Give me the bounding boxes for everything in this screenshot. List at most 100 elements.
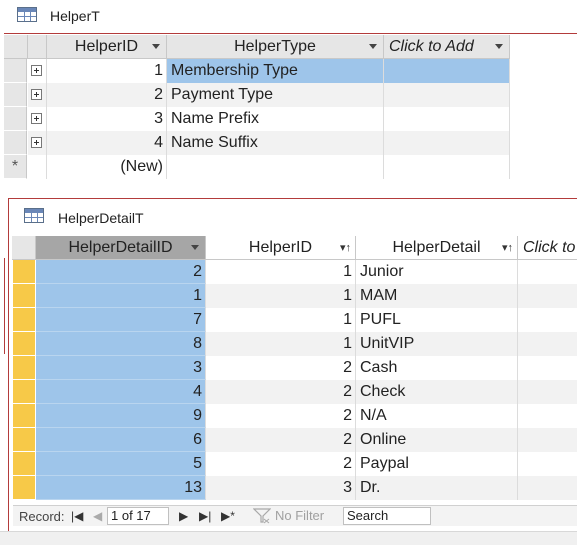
- expand-plus-icon[interactable]: [31, 137, 42, 148]
- previous-record-button[interactable]: ◀: [93, 509, 102, 523]
- sort-ascending-icon[interactable]: ▾↑: [340, 241, 351, 254]
- first-record-button[interactable]: |◀: [71, 509, 83, 523]
- row-selector[interactable]: [4, 131, 27, 155]
- chevron-down-icon[interactable]: [369, 44, 377, 49]
- helperid-cell[interactable]: 1: [206, 308, 356, 332]
- helperdetailid-cell[interactable]: 7: [36, 308, 206, 332]
- helperdetail-cell[interactable]: UnitVIP: [356, 332, 518, 356]
- click-to-add-cell[interactable]: [384, 155, 510, 179]
- row-selector[interactable]: [4, 59, 27, 83]
- helperid-cell[interactable]: 1: [47, 59, 167, 83]
- helperdetail-cell[interactable]: Check: [356, 380, 518, 404]
- no-filter-label[interactable]: No Filter: [275, 508, 324, 523]
- helperdetailid-cell[interactable]: 8: [36, 332, 206, 356]
- new-record-selector[interactable]: *: [4, 155, 27, 179]
- click-to-add-cell[interactable]: [518, 284, 577, 308]
- click-to-add-cell[interactable]: [384, 131, 510, 155]
- helpertype-cell[interactable]: Name Suffix: [167, 131, 384, 155]
- column-header-helperid[interactable]: HelperID: [47, 35, 167, 59]
- row-selector[interactable]: [13, 428, 35, 452]
- helperdetailid-cell[interactable]: 3: [36, 356, 206, 380]
- column-header-helpertype[interactable]: HelperType: [167, 35, 384, 59]
- helperdetail-cell[interactable]: Junior: [356, 260, 518, 284]
- row-selector[interactable]: [13, 404, 35, 428]
- helperid-cell[interactable]: 4: [47, 131, 167, 155]
- helperid-cell[interactable]: 2: [206, 380, 356, 404]
- expand-plus-icon[interactable]: [31, 65, 42, 76]
- helperdetailid-cell[interactable]: 9: [36, 404, 206, 428]
- helperdetail-cell[interactable]: MAM: [356, 284, 518, 308]
- helperdetail-cell[interactable]: N/A: [356, 404, 518, 428]
- helperid-cell[interactable]: 3: [206, 476, 356, 500]
- click-to-add-cell[interactable]: [384, 59, 510, 83]
- helperid-cell[interactable]: 1: [206, 260, 356, 284]
- row-selector[interactable]: [13, 284, 35, 308]
- last-record-button[interactable]: ▶|: [199, 509, 211, 523]
- helperdetailid-cell[interactable]: 1: [36, 284, 206, 308]
- row-selector[interactable]: [4, 83, 27, 107]
- row-selector[interactable]: [13, 356, 35, 380]
- row-selector[interactable]: [4, 107, 27, 131]
- filter-funnel-icon[interactable]: [253, 508, 271, 524]
- helperdetailid-cell[interactable]: 2: [36, 260, 206, 284]
- search-input[interactable]: Search: [343, 507, 431, 525]
- chevron-down-icon[interactable]: [152, 44, 160, 49]
- click-to-add-cell[interactable]: [384, 83, 510, 107]
- column-header-helperdetail[interactable]: HelperDetail ▾↑: [356, 236, 518, 260]
- select-all-corner[interactable]: [12, 236, 36, 260]
- helperdetailt-tab[interactable]: HelperDetailT: [9, 199, 577, 233]
- new-record-cell[interactable]: (New): [47, 155, 167, 179]
- helperdetailid-cell[interactable]: 6: [36, 428, 206, 452]
- click-to-add-cell[interactable]: [518, 428, 577, 452]
- helperid-cell[interactable]: 2: [206, 452, 356, 476]
- expand-plus-icon[interactable]: [31, 113, 42, 124]
- helperdetail-cell[interactable]: Online: [356, 428, 518, 452]
- helperid-cell[interactable]: 2: [206, 356, 356, 380]
- current-record-field[interactable]: 1 of 17: [107, 507, 169, 525]
- helpertype-cell[interactable]: Name Prefix: [167, 107, 384, 131]
- chevron-down-icon[interactable]: [191, 245, 199, 250]
- row-selector[interactable]: [13, 380, 35, 404]
- column-header-helperdetailid[interactable]: HelperDetailID: [36, 236, 206, 260]
- click-to-add-cell[interactable]: [518, 356, 577, 380]
- helperdetailid-cell[interactable]: 5: [36, 452, 206, 476]
- row-selector[interactable]: [13, 332, 35, 356]
- row-selector[interactable]: [13, 260, 35, 284]
- helperid-cell[interactable]: 2: [206, 428, 356, 452]
- helperid-cell[interactable]: 1: [206, 284, 356, 308]
- click-to-add-cell[interactable]: [518, 380, 577, 404]
- new-record-button[interactable]: ▶*: [221, 509, 235, 523]
- helpert-tab[interactable]: HelperT: [0, 0, 577, 33]
- next-record-button[interactable]: ▶: [179, 509, 188, 523]
- helperdetail-cell[interactable]: Cash: [356, 356, 518, 380]
- helpertype-cell[interactable]: [167, 155, 384, 179]
- column-header-click-to-add[interactable]: Click to Add: [384, 35, 510, 59]
- click-to-add-cell[interactable]: [518, 404, 577, 428]
- click-to-add-cell[interactable]: [518, 332, 577, 356]
- click-to-add-cell[interactable]: [518, 308, 577, 332]
- helpertype-cell[interactable]: Membership Type: [167, 59, 384, 83]
- helperid-cell[interactable]: 2: [206, 404, 356, 428]
- chevron-down-icon[interactable]: [495, 44, 503, 49]
- helperdetail-cell[interactable]: Paypal: [356, 452, 518, 476]
- column-header-helperid[interactable]: HelperID ▾↑: [206, 236, 356, 260]
- helperdetail-cell[interactable]: Dr.: [356, 476, 518, 500]
- helpertype-cell[interactable]: Payment Type: [167, 83, 384, 107]
- expand-plus-icon[interactable]: [31, 89, 42, 100]
- click-to-add-cell[interactable]: [518, 260, 577, 284]
- row-selector[interactable]: [13, 308, 35, 332]
- click-to-add-cell[interactable]: [518, 452, 577, 476]
- helperdetailid-cell[interactable]: 13: [36, 476, 206, 500]
- helperid-cell[interactable]: 1: [206, 332, 356, 356]
- select-all-corner[interactable]: [4, 35, 28, 59]
- helperid-cell[interactable]: 3: [47, 107, 167, 131]
- click-to-add-cell[interactable]: [518, 476, 577, 500]
- helperid-cell[interactable]: 2: [47, 83, 167, 107]
- click-to-add-cell[interactable]: [384, 107, 510, 131]
- row-selector[interactable]: [13, 476, 35, 500]
- row-selector[interactable]: [13, 452, 35, 476]
- column-header-click-to-add[interactable]: Click to: [518, 236, 577, 260]
- helperdetailid-cell[interactable]: 4: [36, 380, 206, 404]
- sort-ascending-icon[interactable]: ▾↑: [502, 241, 513, 254]
- helperdetail-cell[interactable]: PUFL: [356, 308, 518, 332]
